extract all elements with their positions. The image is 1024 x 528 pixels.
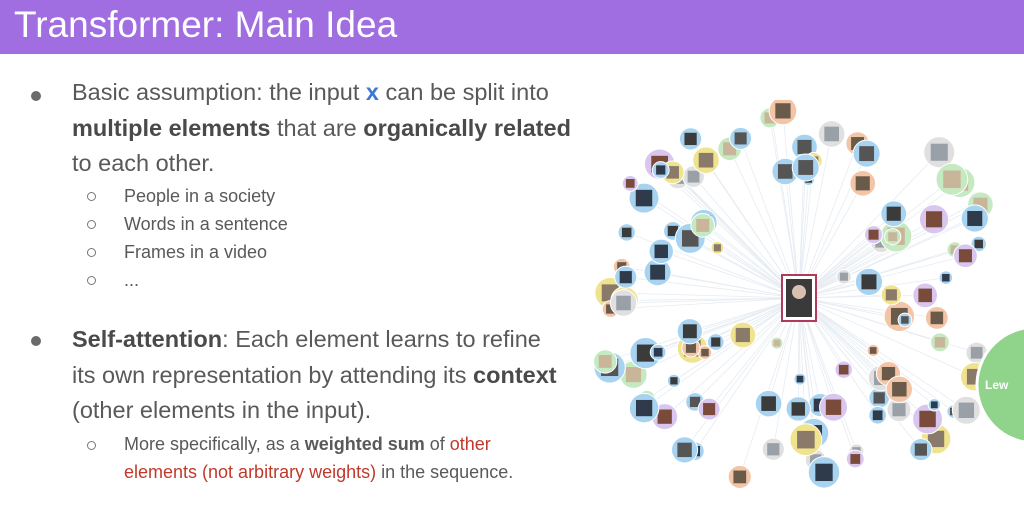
text-run: to each other. bbox=[72, 150, 215, 176]
person-node bbox=[791, 153, 820, 182]
person-node bbox=[727, 464, 752, 489]
person-node bbox=[845, 449, 865, 469]
person-node bbox=[628, 392, 660, 424]
person-node bbox=[690, 213, 716, 238]
slide-title: Transformer: Main Idea bbox=[14, 4, 398, 45]
person-node bbox=[785, 396, 811, 422]
person-node bbox=[927, 398, 941, 412]
person-node bbox=[697, 397, 721, 421]
person-node bbox=[834, 360, 853, 379]
bold-run: Self-attention bbox=[72, 326, 223, 352]
bullet-1-text: Basic assumption: the input x can be spl… bbox=[72, 75, 592, 182]
person-node bbox=[935, 162, 969, 196]
center-node bbox=[781, 274, 817, 322]
person-node bbox=[924, 305, 949, 330]
person-node bbox=[614, 265, 638, 289]
person-node bbox=[897, 312, 913, 328]
text-run: More specifically, as a bbox=[124, 434, 305, 454]
person-node bbox=[884, 228, 902, 246]
bullet-2-text: Self-attention: Each element learns to r… bbox=[72, 322, 562, 429]
person-node bbox=[770, 336, 784, 350]
text-run: of bbox=[424, 434, 450, 454]
person-node bbox=[854, 267, 884, 296]
person-node bbox=[648, 238, 674, 265]
person-node bbox=[593, 349, 618, 374]
bullet-dot-1 bbox=[31, 91, 41, 101]
red-run: elements (not arbitrary weights) bbox=[124, 462, 377, 482]
person-node bbox=[670, 436, 699, 464]
person-node bbox=[754, 389, 783, 418]
graph-edge bbox=[623, 297, 800, 304]
sub-item-1: People in a society bbox=[124, 186, 276, 206]
person-node bbox=[880, 284, 902, 306]
sub-bullet-dot bbox=[87, 192, 96, 201]
person-node bbox=[817, 120, 846, 148]
text-run: in the sequence. bbox=[376, 462, 514, 482]
person-node bbox=[912, 282, 939, 309]
input-x-var: x bbox=[365, 79, 379, 105]
person-node bbox=[651, 161, 670, 179]
person-node bbox=[649, 343, 667, 361]
sub-bullet-dot bbox=[87, 441, 96, 450]
person-node bbox=[880, 200, 908, 228]
person-node bbox=[868, 405, 887, 425]
person-node bbox=[729, 321, 757, 349]
person-node bbox=[849, 170, 877, 197]
person-node bbox=[836, 268, 852, 285]
person-node bbox=[692, 146, 720, 174]
person-node bbox=[678, 127, 703, 151]
text-run: that are bbox=[270, 114, 364, 141]
sub-item-3: Frames in a video bbox=[124, 242, 268, 262]
person-node bbox=[953, 243, 978, 269]
sub-item-4: ... bbox=[124, 270, 140, 290]
person-node bbox=[706, 333, 725, 351]
person-node bbox=[789, 423, 823, 457]
person-node bbox=[617, 223, 636, 242]
bold-run: context bbox=[473, 361, 557, 388]
person-node bbox=[960, 204, 989, 233]
bold-run: multiple elements bbox=[72, 114, 271, 141]
person-node bbox=[761, 437, 785, 461]
title-bar: Transformer: Main Idea bbox=[0, 0, 1024, 54]
person-node bbox=[710, 240, 725, 255]
person-node bbox=[909, 437, 933, 462]
text-run: Basic assumption: the input bbox=[72, 79, 366, 105]
person-node bbox=[768, 100, 798, 126]
text-run: can be split into bbox=[379, 79, 549, 105]
person-node bbox=[938, 270, 954, 286]
person-node bbox=[666, 373, 682, 388]
person-node bbox=[918, 204, 950, 235]
sub-item-2: Words in a sentence bbox=[124, 214, 288, 234]
person-node bbox=[951, 395, 981, 425]
sub-bullet-dot bbox=[87, 276, 96, 285]
social-network-graph: Lew bbox=[593, 100, 1024, 489]
red-run: other bbox=[449, 434, 491, 454]
person-node bbox=[929, 332, 950, 353]
person-node bbox=[866, 343, 880, 358]
person-node bbox=[793, 372, 807, 386]
person-node bbox=[852, 139, 881, 168]
sub-bullet-dot bbox=[87, 220, 96, 229]
person-node bbox=[729, 126, 753, 150]
person-node bbox=[676, 318, 704, 345]
person-node bbox=[819, 392, 848, 422]
person-node bbox=[863, 225, 884, 245]
graph-edge bbox=[643, 297, 800, 409]
person-node bbox=[885, 375, 913, 403]
sub-bullet-dot bbox=[87, 248, 96, 257]
bold-run: organically related bbox=[363, 114, 571, 141]
bold-run: weighted sum bbox=[304, 434, 425, 454]
person-node bbox=[621, 174, 639, 192]
bullet-dot-2 bbox=[31, 336, 41, 346]
text-run: (other elements in the input). bbox=[72, 397, 372, 423]
person-node bbox=[609, 289, 638, 317]
sub-item-weighted-sum: More specifically, as a weighted sum of … bbox=[124, 430, 584, 486]
person-node bbox=[807, 456, 841, 489]
graph-edge bbox=[610, 292, 800, 299]
node-label: Lew bbox=[985, 378, 1009, 392]
